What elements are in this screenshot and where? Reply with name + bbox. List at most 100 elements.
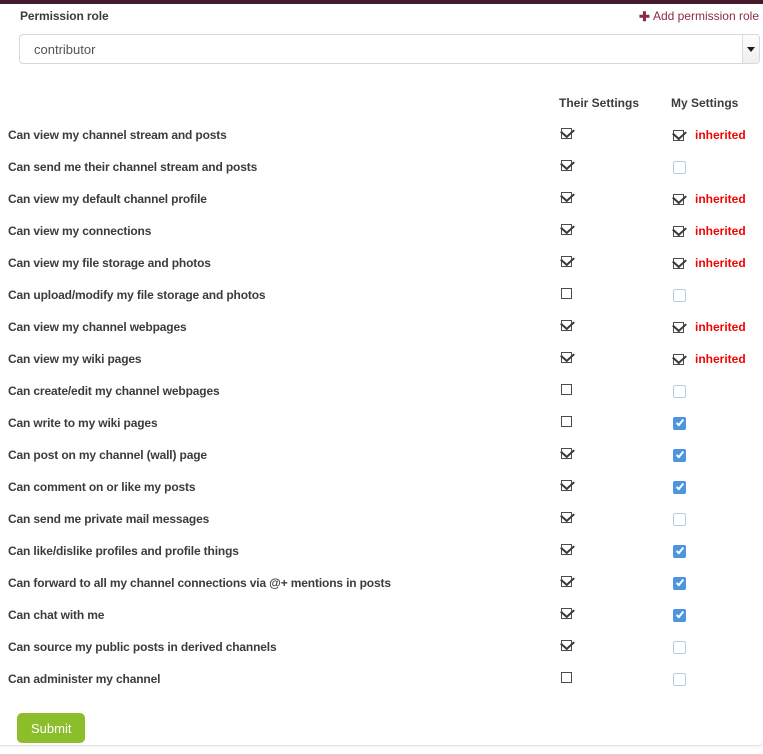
inherited-badge: inherited [695, 192, 746, 206]
their-settings-cell [539, 183, 653, 215]
their-checkbox-unchecked [561, 672, 572, 683]
my-checkbox-on[interactable] [673, 448, 686, 462]
table-row: Can comment on or like my posts [8, 471, 763, 503]
my-settings-cell [653, 439, 763, 471]
my-settings-cell: inherited [653, 311, 763, 343]
permission-label: Can view my default channel profile [8, 192, 207, 206]
their-checkbox-checked [561, 320, 572, 331]
my-settings-cell [653, 599, 763, 631]
permission-label: Can source my public posts in derived ch… [8, 640, 277, 654]
my-checkbox-on[interactable] [673, 480, 686, 494]
table-row: Can chat with me [8, 599, 763, 631]
permission-label: Can upload/modify my file storage and ph… [8, 288, 266, 302]
my-checkbox-off[interactable] [673, 640, 686, 654]
table-row: Can view my wiki pages inherited [8, 343, 763, 375]
table-row: Can view my channel webpages inherited [8, 311, 763, 343]
their-checkbox-checked [561, 256, 572, 267]
their-settings-cell [539, 375, 653, 407]
my-checkbox-on[interactable] [673, 416, 686, 430]
their-checkbox-checked [561, 160, 572, 171]
permission-label: Can comment on or like my posts [8, 480, 196, 494]
their-settings-cell [539, 247, 653, 279]
inherited-badge: inherited [695, 128, 746, 142]
column-header-my-settings: My Settings [671, 96, 739, 110]
inherited-badge: inherited [695, 352, 746, 366]
my-checkbox-off[interactable] [673, 384, 686, 398]
my-checkbox-inherited [673, 257, 684, 269]
their-checkbox-checked [561, 128, 572, 139]
their-checkbox-unchecked [561, 288, 572, 299]
my-checkbox-on[interactable] [673, 608, 686, 622]
their-settings-cell [539, 663, 653, 695]
table-row: Can view my file storage and photos inher… [8, 247, 763, 279]
permission-label: Can view my wiki pages [8, 352, 142, 366]
permission-label: Can send me private mail messages [8, 512, 210, 526]
permission-label: Can send me their channel stream and pos… [8, 160, 258, 174]
my-settings-cell [653, 151, 763, 183]
their-checkbox-checked [561, 480, 572, 491]
their-settings-cell [539, 407, 653, 439]
their-settings-cell [539, 599, 653, 631]
their-checkbox-checked [561, 544, 572, 555]
my-checkbox-inherited [673, 321, 684, 333]
permission-role-select-wrapper: contributor [19, 34, 760, 64]
my-settings-cell: inherited [653, 119, 763, 151]
my-settings-cell [653, 407, 763, 439]
submit-button[interactable]: Submit [17, 713, 86, 743]
their-checkbox-checked [561, 352, 572, 363]
my-settings-cell [653, 567, 763, 599]
their-settings-cell [539, 311, 653, 343]
their-settings-cell [539, 279, 653, 311]
their-checkbox-checked [561, 608, 572, 619]
my-checkbox-off[interactable] [673, 512, 686, 526]
top-accent-bar [0, 0, 763, 4]
my-settings-cell [653, 503, 763, 535]
table-row: Can view my connections inherited [8, 215, 763, 247]
permission-label: Can view my channel webpages [8, 320, 187, 334]
column-header-permission [8, 96, 539, 119]
permission-role-header: Permission role ✚ Add permission role [20, 9, 759, 25]
my-checkbox-inherited [673, 353, 684, 365]
my-checkbox-off[interactable] [673, 288, 686, 302]
permission-role-select[interactable]: contributor [19, 34, 760, 64]
my-settings-cell [653, 279, 763, 311]
my-checkbox-on[interactable] [673, 544, 686, 558]
table-row: Can write to my wiki pages [8, 407, 763, 439]
table-row: Can send me private mail messages [8, 503, 763, 535]
permission-label: Can view my channel stream and posts [8, 128, 227, 142]
page-title: Permission role [20, 9, 109, 23]
table-row: Can upload/modify my file storage and ph… [8, 279, 763, 311]
permission-label: Can administer my channel [8, 672, 161, 686]
their-checkbox-checked [561, 192, 572, 203]
inherited-badge: inherited [695, 320, 746, 334]
their-checkbox-checked [561, 512, 572, 523]
my-settings-cell [653, 631, 763, 663]
my-settings-cell: inherited [653, 215, 763, 247]
my-settings-cell: inherited [653, 183, 763, 215]
permission-label: Can view my connections [8, 224, 152, 238]
table-row: Can view my default channel profile inher… [8, 183, 763, 215]
their-settings-cell [539, 343, 653, 375]
my-checkbox-off[interactable] [673, 160, 686, 174]
permissions-table: Their Settings My Settings Can view my c… [8, 96, 763, 695]
my-settings-cell [653, 471, 763, 503]
their-checkbox-checked [561, 576, 572, 587]
their-settings-cell [539, 503, 653, 535]
table-header-row: Their Settings My Settings [8, 96, 763, 119]
permission-label: Can like/dislike profiles and profile th… [8, 544, 239, 558]
my-checkbox-off[interactable] [673, 672, 686, 686]
add-permission-role-link[interactable]: ✚ Add permission role [639, 9, 759, 23]
their-settings-cell [539, 439, 653, 471]
their-checkbox-checked [561, 224, 572, 235]
permission-form: Permission role ✚ Add permission role co… [8, 6, 763, 752]
permissions-table-body: Can view my channel stream and posts inhe… [8, 119, 763, 695]
my-checkbox-on[interactable] [673, 576, 686, 590]
table-row: Can source my public posts in derived ch… [8, 631, 763, 663]
their-checkbox-unchecked [561, 416, 572, 427]
permission-label: Can chat with me [8, 608, 105, 622]
their-settings-cell [539, 215, 653, 247]
table-row: Can like/dislike profiles and profile th… [8, 535, 763, 567]
their-settings-cell [539, 119, 653, 151]
my-checkbox-inherited [673, 193, 684, 205]
permission-label: Can forward to all my channel connection… [8, 576, 391, 590]
